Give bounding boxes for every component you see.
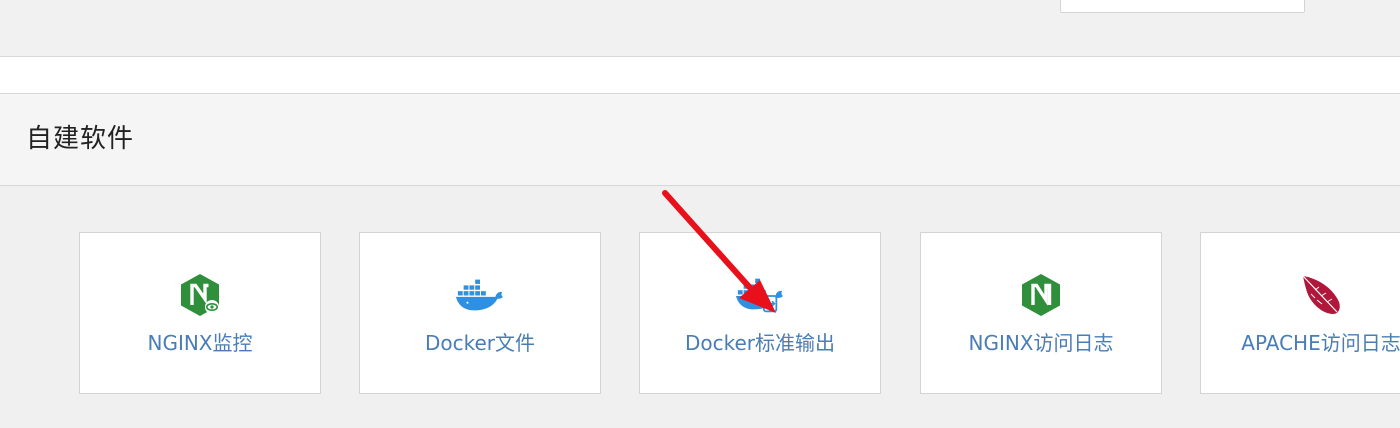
- nginx-monitor-icon: [175, 273, 225, 317]
- nginx-icon: [1016, 273, 1066, 317]
- section-title: 自建软件: [26, 124, 135, 154]
- card-docker-file[interactable]: Docker文件: [359, 232, 601, 394]
- apache-feather-icon: [1296, 273, 1346, 317]
- content-divider-band: [0, 57, 1400, 94]
- card-apache-access-log[interactable]: APACHE访问日志: [1200, 232, 1400, 394]
- card-nginx-monitor[interactable]: NGINX监控: [79, 232, 321, 394]
- card-label: APACHE访问日志: [1241, 331, 1400, 355]
- card-label: Docker标准输出: [684, 331, 836, 355]
- docker-stdout-icon: [735, 273, 785, 317]
- top-toolbar-area: [0, 0, 1400, 57]
- card-label: NGINX监控: [147, 331, 253, 355]
- card-nginx-access-log[interactable]: NGINX访问日志: [920, 232, 1162, 394]
- section-header: 自建软件: [0, 94, 1400, 186]
- card-label: NGINX访问日志: [968, 331, 1114, 355]
- card-docker-stdout[interactable]: Docker标准输出: [639, 232, 881, 394]
- top-search-input[interactable]: [1060, 0, 1305, 13]
- card-label: Docker文件: [424, 331, 536, 355]
- docker-icon: [455, 273, 505, 317]
